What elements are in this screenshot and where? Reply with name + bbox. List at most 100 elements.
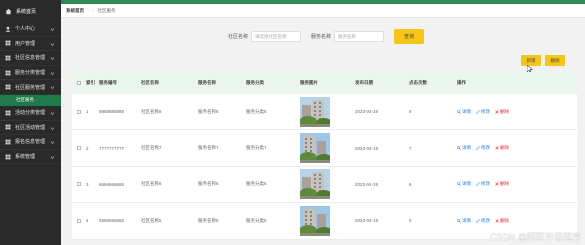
sidebar-item[interactable]: 社区服务管理 xyxy=(0,80,61,95)
cell-name: 社区名称7 xyxy=(141,145,162,151)
chevron-down-icon xyxy=(50,72,55,75)
grid-icon xyxy=(5,70,11,75)
cell-views: 7 xyxy=(409,145,412,151)
row-checkbox[interactable] xyxy=(77,146,81,151)
table-header: 索引 服务编号 社区名称 服务名称 服务分类 服务图片 发布日期 点击次数 操作 xyxy=(72,72,577,94)
detail-label: 详情 xyxy=(462,217,471,223)
row-actions: 详情 修改 删除 xyxy=(455,218,565,224)
sidebar-item[interactable]: 服务分类管理 xyxy=(0,66,61,81)
header-index: 索引 xyxy=(86,80,95,85)
delete-button[interactable]: 删除 xyxy=(495,145,509,151)
edit-button[interactable]: 修改 xyxy=(476,109,490,115)
grid-icon xyxy=(5,110,11,116)
sidebar-item[interactable]: 用户管理 xyxy=(0,37,61,52)
row-checkbox[interactable] xyxy=(77,109,81,114)
edit-icon xyxy=(476,146,480,151)
header-ops: 操作 xyxy=(457,80,466,85)
detail-button[interactable]: 详情 xyxy=(457,145,471,151)
cell-name: 社区名称8 xyxy=(141,108,162,114)
close-icon xyxy=(495,146,499,150)
breadcrumb-separator: › xyxy=(92,8,94,13)
sidebar-item[interactable]: 社区活动管理 xyxy=(0,121,61,136)
delete-selected-button[interactable]: 删除 xyxy=(545,55,565,66)
sidebar-item-label: 社区信息管理 xyxy=(15,55,46,62)
query-button[interactable]: 查询 xyxy=(394,29,425,44)
cell-name: 社区名称5 xyxy=(141,217,162,223)
chevron-down-icon xyxy=(50,42,55,46)
edit-icon xyxy=(476,218,480,223)
grid-icon xyxy=(5,139,11,145)
header-views: 点击次数 xyxy=(409,80,427,85)
cell-service: 服务名称8 xyxy=(198,108,219,114)
search-icon xyxy=(457,109,461,114)
header-image: 服务图片 xyxy=(300,80,318,85)
service-table: 索引 服务编号 社区名称 服务名称 服务分类 服务图片 发布日期 点击次数 操作… xyxy=(72,72,577,240)
cell-service: 服务名称6 xyxy=(198,181,219,187)
service-label: 服务名称 xyxy=(311,34,332,40)
delete-button[interactable]: 删除 xyxy=(495,181,509,187)
edit-button[interactable]: 修改 xyxy=(476,181,490,187)
community-label: 社区名称 xyxy=(228,34,249,40)
sidebar-home-label: 系统首页 xyxy=(16,8,37,15)
delete-button[interactable]: 删除 xyxy=(495,218,509,224)
sidebar-item-label: 活动分类管理 xyxy=(15,110,46,117)
grid-icon xyxy=(5,55,11,61)
row-checkbox[interactable] xyxy=(77,218,81,223)
detail-button[interactable]: 详情 xyxy=(457,109,471,115)
cell-index: 1 xyxy=(86,109,89,115)
sidebar-item[interactable]: 系统管理 xyxy=(0,150,61,165)
sidebar-item[interactable]: 报名信息管理 xyxy=(0,135,61,150)
detail-button[interactable]: 详情 xyxy=(457,218,471,224)
grid-icon xyxy=(5,124,11,130)
cell-views: 6 xyxy=(409,181,412,187)
delete-label: 删除 xyxy=(500,217,509,223)
cell-date: 2023-04-19 xyxy=(355,109,379,115)
search-icon xyxy=(457,218,461,223)
sidebar-item[interactable]: 社区信息管理 xyxy=(0,51,61,66)
community-select[interactable]: 请选择社区名称 xyxy=(251,31,302,42)
edit-button[interactable]: 修改 xyxy=(476,218,490,224)
header-date: 发布日期 xyxy=(355,80,373,85)
sidebar-item[interactable]: 活动分类管理 xyxy=(0,106,61,121)
chevron-down-icon xyxy=(50,156,55,159)
cell-index: 3 xyxy=(86,181,89,187)
delete-button[interactable]: 删除 xyxy=(495,109,509,115)
row-checkbox[interactable] xyxy=(77,182,81,187)
service-image xyxy=(300,205,330,236)
sidebar-subitem-active[interactable]: 社区服务 xyxy=(0,94,61,106)
cell-index: 2 xyxy=(86,145,89,151)
chevron-down-icon xyxy=(50,86,55,90)
cell-name: 社区名称6 xyxy=(141,181,162,187)
close-icon xyxy=(495,219,499,223)
home-icon xyxy=(5,8,12,14)
select-all-checkbox[interactable] xyxy=(77,81,81,85)
edit-label: 修改 xyxy=(481,181,490,187)
cell-category: 服务分类6 xyxy=(246,181,267,187)
close-icon xyxy=(495,182,499,187)
grid-icon xyxy=(5,84,11,90)
grid-icon xyxy=(5,154,11,159)
sidebar-home[interactable]: 系统首页 xyxy=(0,0,61,22)
breadcrumb-home[interactable]: 系统首页 xyxy=(66,8,84,14)
cell-date: 2023-04-19 xyxy=(355,218,379,224)
close-icon xyxy=(495,110,499,114)
detail-label: 详情 xyxy=(462,108,471,114)
sidebar-item[interactable]: 个人中心 xyxy=(0,22,61,37)
cell-date: 2023-04-19 xyxy=(355,145,379,151)
breadcrumb: 系统首页 › 社区服务 xyxy=(61,4,585,18)
chevron-down-icon xyxy=(50,126,55,130)
row-actions: 详情 修改 删除 xyxy=(455,181,565,187)
chevron-down-icon xyxy=(50,112,55,115)
detail-button[interactable]: 详情 xyxy=(457,181,471,187)
edit-label: 修改 xyxy=(481,108,490,114)
breadcrumb-current: 社区服务 xyxy=(97,7,116,13)
delete-label: 删除 xyxy=(500,181,509,187)
edit-label: 修改 xyxy=(481,145,490,151)
edit-button[interactable]: 修改 xyxy=(476,145,490,151)
chevron-down-icon xyxy=(50,28,55,31)
table-row: 3 6666666666 社区名称6 服务名称6 服务分类6 2023-04-1… xyxy=(72,167,577,204)
cell-category: 服务分类5 xyxy=(246,217,267,223)
service-input[interactable]: 服务名称 xyxy=(334,31,385,42)
chevron-down-icon xyxy=(50,57,55,61)
sidebar-item-label: 服务分类管理 xyxy=(15,70,46,77)
